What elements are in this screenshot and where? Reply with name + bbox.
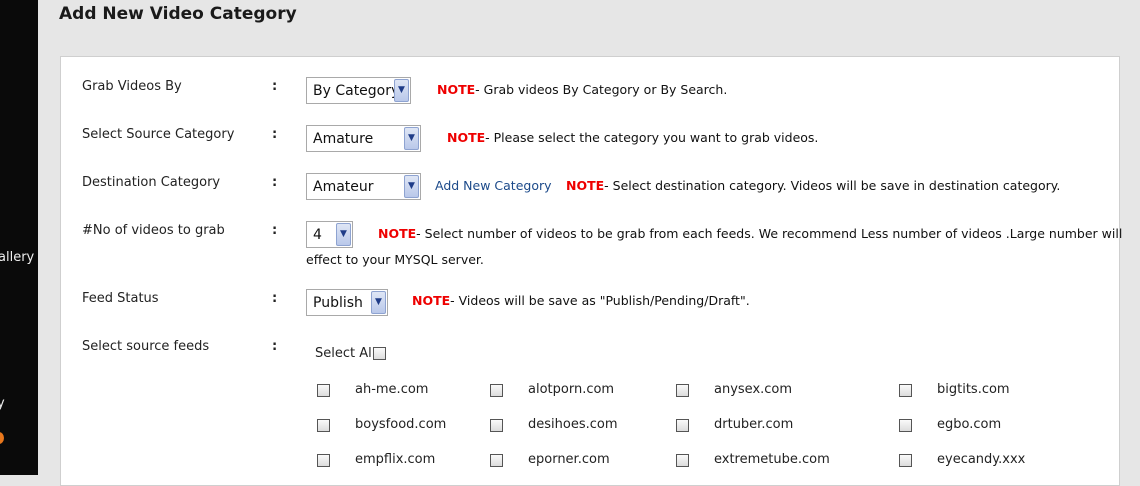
chevron-down-icon: ▼ xyxy=(404,127,419,150)
feed-label: bigtits.com xyxy=(937,382,1010,397)
feed-status-value: Publish xyxy=(313,295,363,311)
note-tag: NOTE xyxy=(447,130,486,145)
form-panel: Grab Videos By : By Category ▼ NOTE- Gra… xyxy=(60,56,1122,486)
left-sidebar: allery y xyxy=(0,0,38,475)
note-text: - Grab videos By Category or By Search. xyxy=(475,82,728,97)
feed-checkbox[interactable] xyxy=(317,454,330,467)
page-title: Add New Video Category xyxy=(59,4,297,24)
feed-checkbox[interactable] xyxy=(899,419,912,432)
chevron-down-icon: ▼ xyxy=(404,175,419,198)
grab-by-label: Grab Videos By xyxy=(82,79,182,94)
destination-category-label: Destination Category xyxy=(82,175,221,190)
note-tag: NOTE xyxy=(378,226,417,241)
feed-status-label: Feed Status xyxy=(82,291,159,306)
feed-label: boysfood.com xyxy=(355,417,447,432)
feed-label: extremetube.com xyxy=(714,452,830,467)
note-tag: NOTE xyxy=(412,293,451,308)
feed-checkbox[interactable] xyxy=(490,419,503,432)
feed-checkbox[interactable] xyxy=(490,384,503,397)
add-new-category-link[interactable]: Add New Category xyxy=(435,178,552,193)
feed-label: egbo.com xyxy=(937,417,1002,432)
num-videos-note-line2: effect to your MYSQL server. xyxy=(306,252,484,267)
chevron-down-icon: ▼ xyxy=(394,79,409,102)
feed-label: desihoes.com xyxy=(528,417,618,432)
source-category-select[interactable]: Amature ▼ xyxy=(306,125,421,152)
source-category-note: NOTE- Please select the category you wan… xyxy=(447,130,818,145)
feed-label: empflix.com xyxy=(355,452,436,467)
grab-by-value: By Category xyxy=(313,83,400,99)
feed-checkbox[interactable] xyxy=(676,419,689,432)
num-videos-select[interactable]: 4 ▼ xyxy=(306,221,353,248)
colon: : xyxy=(272,223,278,238)
select-all-label: Select All xyxy=(315,346,376,361)
colon: : xyxy=(272,291,278,306)
feed-checkbox[interactable] xyxy=(676,384,689,397)
feed-status-select[interactable]: Publish ▼ xyxy=(306,289,388,316)
colon: : xyxy=(272,339,278,354)
chevron-down-icon: ▼ xyxy=(336,223,351,246)
destination-category-value: Amateur xyxy=(313,179,374,195)
source-feeds-label: Select source feeds xyxy=(82,339,210,354)
feed-label: eporner.com xyxy=(528,452,610,467)
destination-category-select[interactable]: Amateur ▼ xyxy=(306,173,421,200)
chevron-down-icon: ▼ xyxy=(371,291,386,314)
num-videos-label: #No of videos to grab xyxy=(82,223,225,238)
colon: : xyxy=(272,79,278,94)
sidebar-item-fragment[interactable]: y xyxy=(0,396,5,411)
feed-label: eyecandy.xxx xyxy=(937,452,1026,467)
grab-by-select[interactable]: By Category ▼ xyxy=(306,77,411,104)
feed-checkbox[interactable] xyxy=(317,384,330,397)
note-text: - Select destination category. Videos wi… xyxy=(604,178,1061,193)
colon: : xyxy=(272,175,278,190)
feed-checkbox[interactable] xyxy=(676,454,689,467)
select-all-checkbox[interactable] xyxy=(373,347,386,360)
feed-checkbox[interactable] xyxy=(490,454,503,467)
note-text: - Please select the category you want to… xyxy=(485,130,819,145)
note-tag: NOTE xyxy=(437,82,476,97)
feed-checkbox[interactable] xyxy=(899,454,912,467)
source-category-value: Amature xyxy=(313,131,374,147)
note-tag: NOTE xyxy=(566,178,605,193)
grab-by-note: NOTE- Grab videos By Category or By Sear… xyxy=(437,82,727,97)
source-category-label: Select Source Category xyxy=(82,127,235,142)
sidebar-item-gallery[interactable]: allery xyxy=(0,250,34,265)
feed-label: ah-me.com xyxy=(355,382,429,397)
feed-checkbox[interactable] xyxy=(899,384,912,397)
note-text: - Videos will be save as "Publish/Pendin… xyxy=(450,293,750,308)
feed-label: drtuber.com xyxy=(714,417,794,432)
feed-status-note: NOTE- Videos will be save as "Publish/Pe… xyxy=(412,293,750,308)
note-text: - Select number of videos to be grab fro… xyxy=(416,226,1123,241)
plugin-icon xyxy=(0,432,4,444)
destination-category-note: NOTE- Select destination category. Video… xyxy=(566,178,1060,193)
colon: : xyxy=(272,127,278,142)
feed-checkbox[interactable] xyxy=(317,419,330,432)
feed-label: alotporn.com xyxy=(528,382,615,397)
feed-label: anysex.com xyxy=(714,382,793,397)
num-videos-value: 4 xyxy=(313,227,322,243)
num-videos-note: NOTE- Select number of videos to be grab… xyxy=(378,226,1122,241)
